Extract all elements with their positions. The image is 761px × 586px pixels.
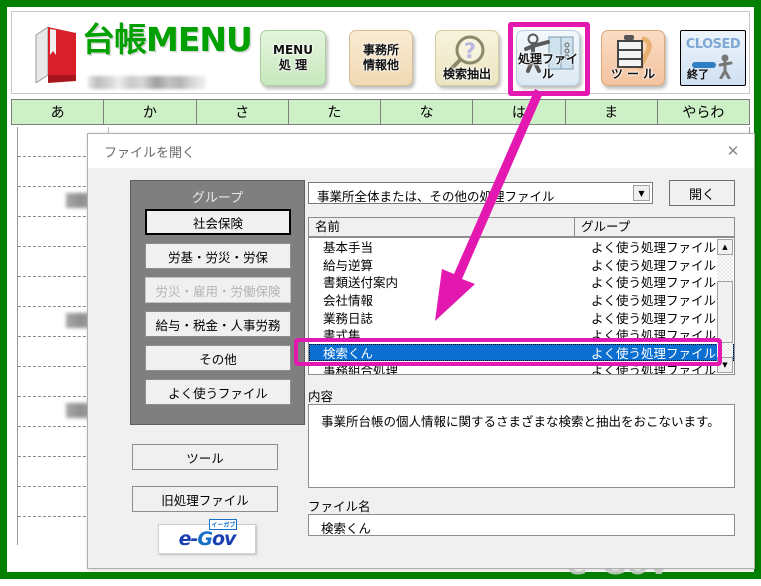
list-header-group: グループ [581,219,631,234]
toolbar-button-exit[interactable]: CLOSED 終了 [680,30,746,86]
app-header: 台帳MENU MENU 処 理 事務所 情報他 ? 検索抽出 ツ ー ル CLO… [11,11,750,96]
list-header-name: 名前 [309,218,575,236]
list-item-group: よく使う処理ファイル [591,363,717,375]
list-item-selected[interactable]: 検索くん よく使う処理ファイル [309,343,734,362]
list-item-name: 事務組合処理 [323,363,399,375]
svg-text:?: ? [464,39,476,63]
list-header: 名前 グループ [308,217,735,237]
egov-logo-button[interactable]: e-Gov イーガブ [158,519,256,554]
toolbar-button-exit-label: 終了 [687,68,709,82]
tool-button[interactable]: ツール [132,444,278,470]
kana-tab-a[interactable]: あ [11,100,105,124]
toolbar-button-process-file-front[interactable]: 処理ファイル [516,30,580,86]
dialog-title-bar: ファイルを開く ✕ [88,134,754,168]
list-item[interactable]: 事務組合処理 よく使う処理ファイル [309,361,734,375]
list-item-group: よく使う処理ファイル [591,240,717,256]
kana-tab-row: あ か さ た な は ま やらわ [11,99,750,125]
list-item-group: よく使う処理ファイル [591,257,717,273]
app-window: 台帳MENU MENU 処 理 事務所 情報他 ? 検索抽出 ツ ー ル CLO… [0,0,761,582]
toolbar-button-menu-shori-label1: MENU [273,43,313,57]
scrollbar-thumb[interactable] [717,281,733,343]
list-scrollbar[interactable]: ▲ ▼ [717,239,733,373]
kana-tab-ma[interactable]: ま [565,100,658,124]
file-list[interactable]: 基本手当 よく使う処理ファイル 給与逆算 よく使う処理ファイル 書類送付案内 よく使う… [308,237,735,375]
red-book-icon [35,26,76,83]
egov-logo-text: e-Gov イーガブ [179,519,238,550]
toolbar-button-menu-shori-label2: 処 理 [278,58,308,72]
kana-tab-sa[interactable]: さ [196,100,289,124]
toolbar-button-tool-label: ツ ー ル [610,67,656,81]
list-item[interactable]: 書式集 よく使う処理ファイル [309,326,734,344]
app-logo-title: 台帳MENU [82,20,253,59]
kana-tab-na[interactable]: な [381,100,474,124]
toolbar-button-menu-shori[interactable]: MENU 処 理 [260,30,326,86]
group-button-sonota[interactable]: その他 [145,345,291,371]
kana-tab-yarawa[interactable]: やらわ [657,100,750,124]
toolbar-button-search-extract-label: 検索抽出 [442,67,491,81]
toolbar-button-office-info-label2: 情報他 [362,58,399,72]
scroll-down-icon[interactable]: ▼ [717,357,733,373]
group-button-shakai-hoken[interactable]: 社会保険 [145,209,291,235]
filename-input[interactable]: 検索くん [308,514,735,536]
list-item-group: よく使う処理ファイル [591,345,717,361]
list-item-group: よく使う処理ファイル [591,293,717,309]
open-file-dialog: ファイルを開く ✕ グループ 社会保険 労基・労災・労保 労災・雇用・労働保険 … [87,133,755,569]
chevron-down-icon[interactable]: ▼ [633,185,650,201]
group-button-kyuyo-zeikin-jinji[interactable]: 給与・税金・人事労務 [145,311,291,337]
redacted-company-name [88,76,206,89]
filename-value: 検索くん [321,521,372,536]
app-frame: 台帳MENU MENU 処 理 事務所 情報他 ? 検索抽出 ツ ー ル CLO… [7,7,755,582]
list-item-name: 会社情報 [323,293,374,309]
filter-combobox[interactable]: 事業所全体または、その他の処理ファイル ▼ [308,182,653,204]
kana-tab-ka[interactable]: か [104,100,197,124]
content-label: 内容 [308,389,334,404]
open-button[interactable]: 開く [669,180,735,206]
toolbar-button-search-extract[interactable]: ? 検索抽出 [435,30,499,86]
toolbar-button-tool[interactable]: ツ ー ル [601,30,665,86]
list-item[interactable]: 業務日誌 よく使う処理ファイル [309,308,734,326]
list-item[interactable]: 基本手当 よく使う処理ファイル [309,238,734,256]
content-text: 事業所台帳の個人情報に関するさまざまな検索と抽出をおこないます。 [321,414,720,429]
close-icon[interactable]: ✕ [722,142,744,160]
filter-combobox-value: 事業所全体または、その他の処理ファイル [317,189,555,204]
list-item-name: 業務日誌 [323,310,374,326]
list-item-group: よく使う処理ファイル [591,310,717,326]
dialog-title: ファイルを開く [104,146,196,161]
kana-tab-ha[interactable]: は [473,100,566,124]
toolbar-button-office-info[interactable]: 事務所 情報他 [349,30,413,86]
list-item[interactable]: 給与逆算 よく使う処理ファイル [309,256,734,274]
group-button-yoku-tsukau-file[interactable]: よく使うファイル [145,379,291,405]
old-process-file-button[interactable]: 旧処理ファイル [132,486,278,512]
toolbar-button-process-file-front-label: 処理ファイル [517,52,578,81]
list-item-group: よく使う処理ファイル [591,328,717,344]
toolbar-button-office-info-label1: 事務所 [362,43,399,57]
toolbar-button-exit-label-top: CLOSED [685,37,741,53]
kana-tab-ta[interactable]: た [288,100,381,124]
list-item-name: 検索くん [323,345,374,361]
scroll-up-icon[interactable]: ▲ [717,239,733,255]
list-item-group: よく使う処理ファイル [591,275,717,291]
content-textbox[interactable]: 事業所台帳の個人情報に関するさまざまな検索と抽出をおこないます。 [308,404,735,488]
list-item[interactable]: 書類送付案内 よく使う処理ファイル [309,273,734,291]
list-item-name: 基本手当 [323,240,374,256]
list-item-name: 書式集 [323,328,361,344]
list-item[interactable]: 会社情報 よく使う処理ファイル [309,291,734,309]
filename-label: ファイル名 [308,499,371,514]
group-button-rosai-koyo-rodo: 労災・雇用・労働保険 [145,277,291,303]
list-item-name: 給与逆算 [323,257,374,273]
list-item-name: 書類送付案内 [323,275,399,291]
egov-ruby-text: イーガブ [209,519,238,530]
group-panel: グループ 社会保険 労基・労災・労保 労災・雇用・労働保険 給与・税金・人事労務… [130,180,305,425]
group-button-roki-rosai-roho[interactable]: 労基・労災・労保 [145,243,291,269]
group-panel-heading: グループ [191,191,244,206]
